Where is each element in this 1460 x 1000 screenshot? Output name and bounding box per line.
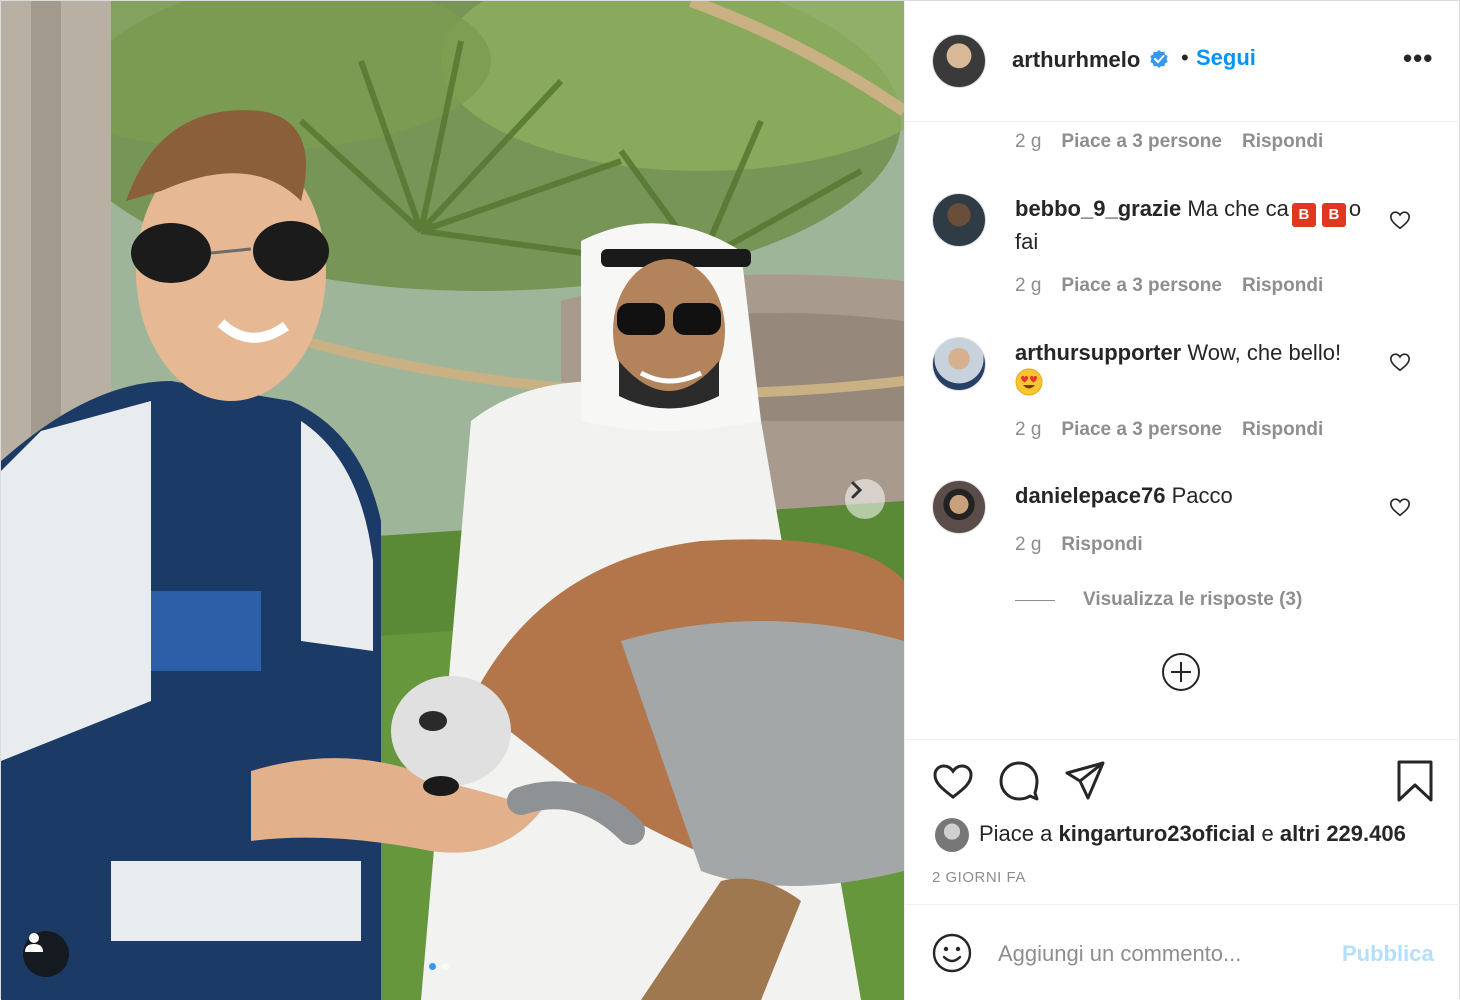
comment-reply-button[interactable]: Rispondi <box>1242 275 1323 297</box>
commenter-avatar[interactable] <box>932 337 986 391</box>
author-username[interactable]: arthurhmelo <box>1012 47 1140 73</box>
user-tags-button[interactable] <box>23 931 69 977</box>
carousel-dot-active <box>429 963 436 970</box>
comment-text: arthursupporter Wow, che bello! <box>1015 338 1365 399</box>
likes-prefix: Piace a <box>979 821 1053 846</box>
b-emoji: B <box>1321 203 1346 227</box>
liker-username[interactable]: kingarturo23oficial <box>1059 821 1256 846</box>
heart-icon[interactable] <box>1389 209 1411 231</box>
heart-icon[interactable] <box>1389 496 1411 518</box>
comment-meta-row: 2 g Rispondi <box>1015 534 1143 556</box>
post-side-panel: arthurhmelo • Segui ••• 2 g Piace a 3 pe… <box>904 1 1460 1000</box>
comment-reply-button[interactable]: Rispondi <box>1242 419 1323 441</box>
heart-eyes-emoji-icon <box>1015 368 1043 396</box>
comment-likes-link[interactable]: Piace a 3 persone <box>1061 419 1222 441</box>
chevron-right-icon <box>851 481 863 499</box>
comment-likes-link[interactable]: Piace a 3 persone <box>1061 131 1222 153</box>
comment-time[interactable]: 2 g <box>1015 534 1041 556</box>
post-header: arthurhmelo • Segui ••• <box>905 1 1460 122</box>
likes-middle: e <box>1261 821 1274 846</box>
comment-body: Pacco <box>1171 483 1233 508</box>
comment-input[interactable] <box>998 935 1328 973</box>
header-separator: • <box>1181 45 1189 70</box>
comment-icon[interactable] <box>997 759 1041 803</box>
post-date[interactable]: 2 GIORNI FA <box>932 869 1026 886</box>
follow-button[interactable]: Segui <box>1196 45 1256 71</box>
comment-time[interactable]: 2 g <box>1015 275 1041 297</box>
likes-count-link[interactable]: altri 229.406 <box>1280 821 1406 846</box>
comment-time[interactable]: 2 g <box>1015 131 1041 153</box>
carousel-indicator <box>429 963 449 970</box>
author-avatar[interactable] <box>932 34 986 88</box>
comment-time[interactable]: 2 g <box>1015 419 1041 441</box>
post-photo[interactable] <box>1 1 904 1000</box>
comment-reply-button[interactable]: Rispondi <box>1242 131 1323 153</box>
bookmark-icon[interactable] <box>1393 759 1437 803</box>
comment-meta-row: 2 g Piace a 3 persone Rispondi <box>1015 131 1323 153</box>
view-replies-label: Visualizza le risposte (3) <box>1083 589 1303 610</box>
composer-divider <box>905 904 1460 905</box>
view-replies-button[interactable]: Visualizza le risposte (3) <box>1015 589 1302 611</box>
commenter-username[interactable]: danielepace76 <box>1015 483 1165 508</box>
comment-reply-button[interactable]: Rispondi <box>1061 534 1142 556</box>
b-emoji: B <box>1291 203 1316 227</box>
publish-button[interactable]: Pubblica <box>1342 941 1434 967</box>
carousel-next-button[interactable] <box>845 479 885 519</box>
commenter-avatar[interactable] <box>932 480 986 534</box>
instagram-post-modal: arthurhmelo • Segui ••• 2 g Piace a 3 pe… <box>0 0 1460 1000</box>
plus-circle-icon[interactable] <box>1161 652 1201 692</box>
post-photo-illustration <box>1 1 904 1000</box>
commenter-avatar[interactable] <box>932 193 986 247</box>
verified-badge-icon <box>1150 50 1168 68</box>
carousel-dot <box>442 963 449 970</box>
comment-body: Wow, che bello! <box>1187 340 1342 365</box>
liker-avatar[interactable] <box>935 818 969 852</box>
likes-summary: Piace a kingarturo23oficial e altri 229.… <box>979 821 1406 847</box>
comment-meta-row: 2 g Piace a 3 persone Rispondi <box>1015 275 1323 297</box>
share-icon[interactable] <box>1063 759 1107 803</box>
heart-icon[interactable] <box>1389 351 1411 373</box>
comment-text: bebbo_9_grazie Ma che ca B Bo fai <box>1015 194 1365 257</box>
comment-text: danielepace76 Pacco <box>1015 481 1365 511</box>
smile-icon[interactable] <box>932 933 972 973</box>
like-heart-icon[interactable] <box>931 759 975 803</box>
replies-divider-line <box>1015 599 1055 601</box>
actions-divider <box>905 739 1460 740</box>
comment-meta-row: 2 g Piace a 3 persone Rispondi <box>1015 419 1323 441</box>
comment-likes-link[interactable]: Piace a 3 persone <box>1061 275 1222 297</box>
user-tag-icon <box>25 933 43 952</box>
comment-body-start: Ma che ca <box>1187 196 1289 221</box>
more-options-button[interactable]: ••• <box>1403 43 1433 74</box>
commenter-username[interactable]: arthursupporter <box>1015 340 1181 365</box>
commenter-username[interactable]: bebbo_9_grazie <box>1015 196 1181 221</box>
